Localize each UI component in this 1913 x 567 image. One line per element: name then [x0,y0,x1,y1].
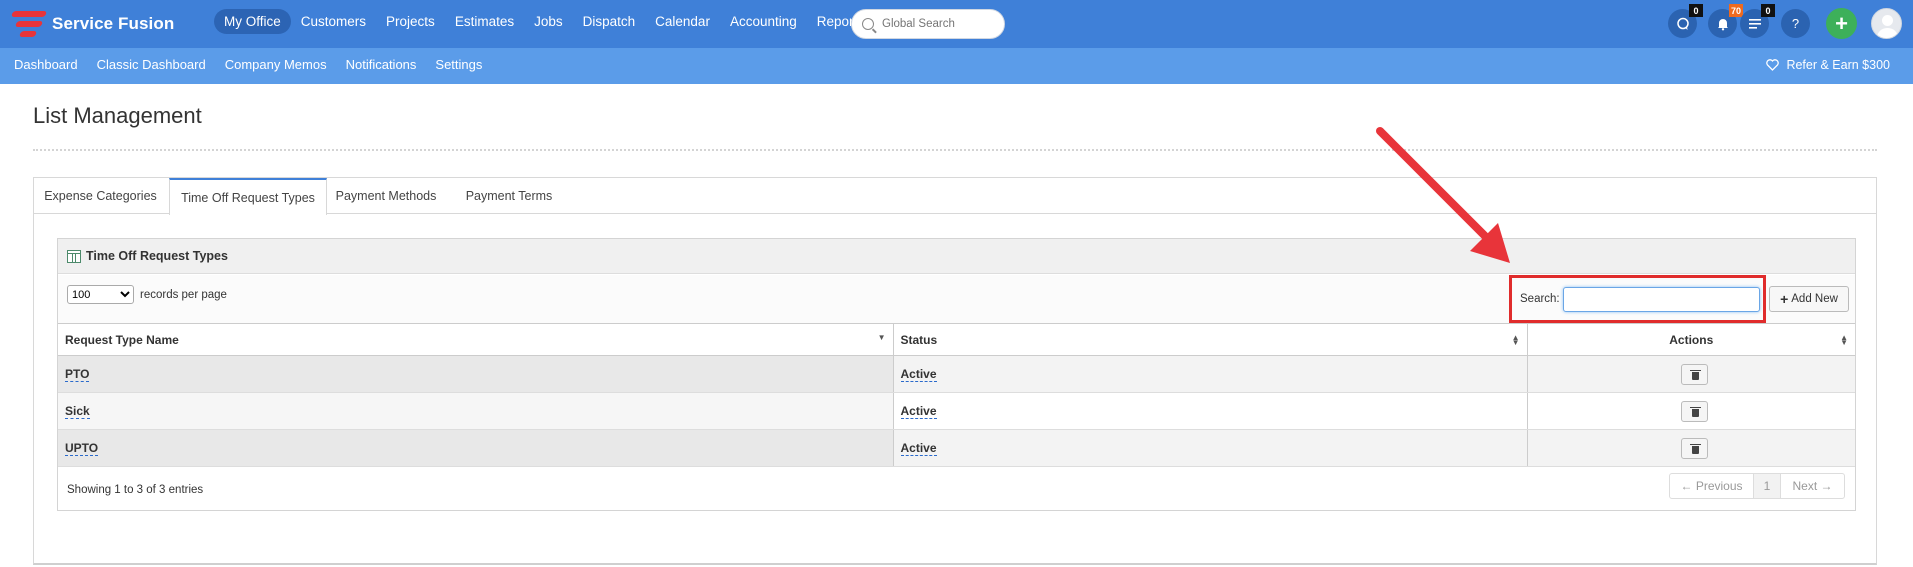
refer-and-earn-link[interactable]: Refer & Earn $300 [1766,58,1890,72]
next-page-button[interactable]: Next → [1781,474,1844,498]
delete-button[interactable] [1681,363,1709,385]
cell-status: Active [892,392,1527,430]
global-search[interactable] [851,9,1005,39]
column-header-status[interactable]: Status ▲ ▼ [892,323,1527,356]
status-link[interactable]: Active [900,441,937,456]
user-avatar[interactable] [1871,8,1902,39]
subnav-dashboard[interactable]: Dashboard [14,57,78,72]
table-search-label: Search: [1520,293,1560,305]
column-header-actions[interactable]: Actions ▲ ▼ [1526,323,1855,356]
data-table-widget: Time Off Request Types 100 records per p… [57,238,1856,511]
plus-icon: + [1835,10,1848,36]
help-button[interactable]: ? [1781,9,1810,38]
nav-item-customers[interactable]: Customers [291,9,376,34]
table-row: PTO Active [58,355,1855,393]
nav-item-estimates[interactable]: Estimates [445,9,524,34]
nav-item-projects[interactable]: Projects [376,9,445,34]
tabs-panel: Expense Categories Time Off Request Type… [33,177,1877,565]
cell-actions [1526,392,1855,430]
heart-icon [1766,59,1780,71]
records-per-page-label: records per page [140,288,227,301]
status-link[interactable]: Active [900,404,937,419]
sort-both-icon: ▲ ▼ [1511,333,1520,347]
column-header-name[interactable]: Request Type Name ▼ [58,323,893,356]
sub-nav: Dashboard Classic Dashboard Company Memo… [14,57,482,72]
cell-actions [1526,429,1855,467]
bell-icon [1717,18,1728,30]
tasks-badge: 0 [1761,4,1775,17]
subnav-settings[interactable]: Settings [435,57,482,72]
cell-name: PTO [58,355,893,393]
sort-both-icon: ▲ ▼ [1840,333,1848,347]
plus-icon: + [1780,291,1789,307]
table-info: Showing 1 to 3 of 3 entries [67,484,204,496]
records-per-page-select[interactable]: 100 [67,285,134,304]
nav-item-accounting[interactable]: Accounting [720,9,807,34]
subnav-classic-dashboard[interactable]: Classic Dashboard [97,57,206,72]
table-toolbar: 100 records per page Search: + Add New [58,275,1855,323]
tab-payment-methods[interactable]: Payment Methods [330,178,442,214]
tasks-button[interactable]: 0 [1740,4,1775,38]
widget-title: Time Off Request Types [86,249,228,263]
cell-actions [1526,355,1855,393]
quick-add-button[interactable]: + [1826,8,1857,39]
notifications-badge: 70 [1728,4,1743,17]
sort-desc-icon: ▼ [877,333,886,342]
table-icon [67,249,81,263]
records-per-page: 100 records per page [67,285,227,304]
search-icon [862,18,874,30]
app-logo[interactable]: Service Fusion [10,8,175,40]
global-search-input[interactable] [882,18,992,30]
delete-button[interactable] [1681,437,1709,459]
list-icon [1748,18,1761,29]
subnav-notifications[interactable]: Notifications [346,57,417,72]
notifications-button[interactable]: 70 [1708,4,1743,38]
add-new-button[interactable]: + Add New [1769,286,1849,312]
table-search-input[interactable] [1562,286,1760,312]
nav-item-jobs[interactable]: Jobs [524,9,573,34]
widget-header: Time Off Request Types [58,239,1855,274]
request-types-table: Request Type Name ▼ Status ▲ ▼ Actions ▲ ▼… [58,323,1855,467]
trash-icon [1690,369,1702,371]
nav-item-dispatch[interactable]: Dispatch [573,9,646,34]
nav-item-my-office[interactable]: My Office [214,9,291,34]
table-header-row: Request Type Name ▼ Status ▲ ▼ Actions ▲ ▼ [58,323,1855,356]
previous-page-button[interactable]: ← Previous [1670,474,1754,498]
status-link[interactable]: Active [900,367,937,382]
service-fusion-logo-icon [10,9,48,39]
tab-time-off-request-types[interactable]: Time Off Request Types [169,178,327,215]
request-type-name-link[interactable]: Sick [65,404,90,419]
table-search-highlight: Search: [1509,275,1766,323]
table-row: Sick Active [58,392,1855,430]
trash-icon [1690,406,1702,408]
table-row: UPTO Active [58,429,1855,467]
trash-icon [1690,443,1702,445]
divider [33,149,1877,151]
tab-expense-categories[interactable]: Expense Categories [34,178,167,214]
top-navbar: Service Fusion My Office Customers Proje… [0,0,1913,48]
question-icon: ? [1791,16,1800,31]
request-type-name-link[interactable]: UPTO [65,441,99,456]
main-nav: My Office Customers Projects Estimates J… [214,9,874,34]
add-new-label: Add New [1791,293,1838,305]
page-title: List Management [33,103,202,128]
delete-button[interactable] [1681,400,1709,422]
page-number-button[interactable]: 1 [1754,474,1781,498]
subnav-company-memos[interactable]: Company Memos [225,57,327,72]
cell-name: UPTO [58,429,893,467]
cell-status: Active [892,355,1527,393]
chat-icon [1676,17,1689,30]
tab-payment-terms[interactable]: Payment Terms [454,178,564,214]
request-type-name-link[interactable]: PTO [65,367,90,382]
app-name: Service Fusion [52,14,175,33]
tab-bar: Expense Categories Time Off Request Type… [34,178,1876,215]
sub-navbar: Dashboard Classic Dashboard Company Memo… [0,48,1913,84]
cell-name: Sick [58,392,893,430]
chat-badge: 0 [1689,4,1703,17]
refer-label: Refer & Earn $300 [1786,58,1890,72]
pagination: ← Previous 1 Next → [1669,473,1845,499]
chat-button[interactable]: 0 [1668,4,1703,38]
cell-status: Active [892,429,1527,467]
nav-item-calendar[interactable]: Calendar [645,9,720,34]
